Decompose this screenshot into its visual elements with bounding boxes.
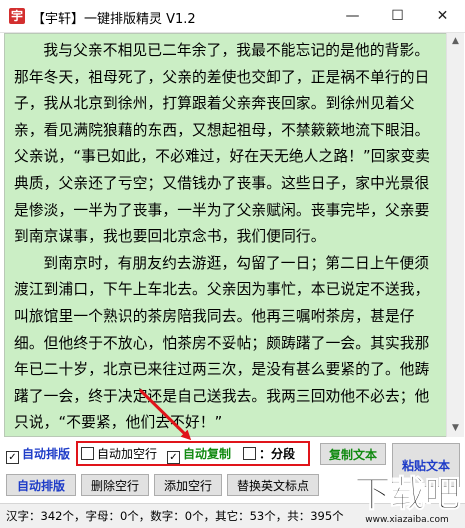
character-count: 汉字：342个，字母：0个，数字：0个，其它：53个，共：395个	[6, 509, 344, 523]
annotation-arrow-icon	[138, 388, 192, 441]
watermark-main: 下载吧	[354, 474, 461, 515]
watermark-url: www.xiazaiba.com	[365, 515, 449, 525]
watermark-logo: 下载吧 www.xiazaiba.com	[353, 474, 461, 525]
